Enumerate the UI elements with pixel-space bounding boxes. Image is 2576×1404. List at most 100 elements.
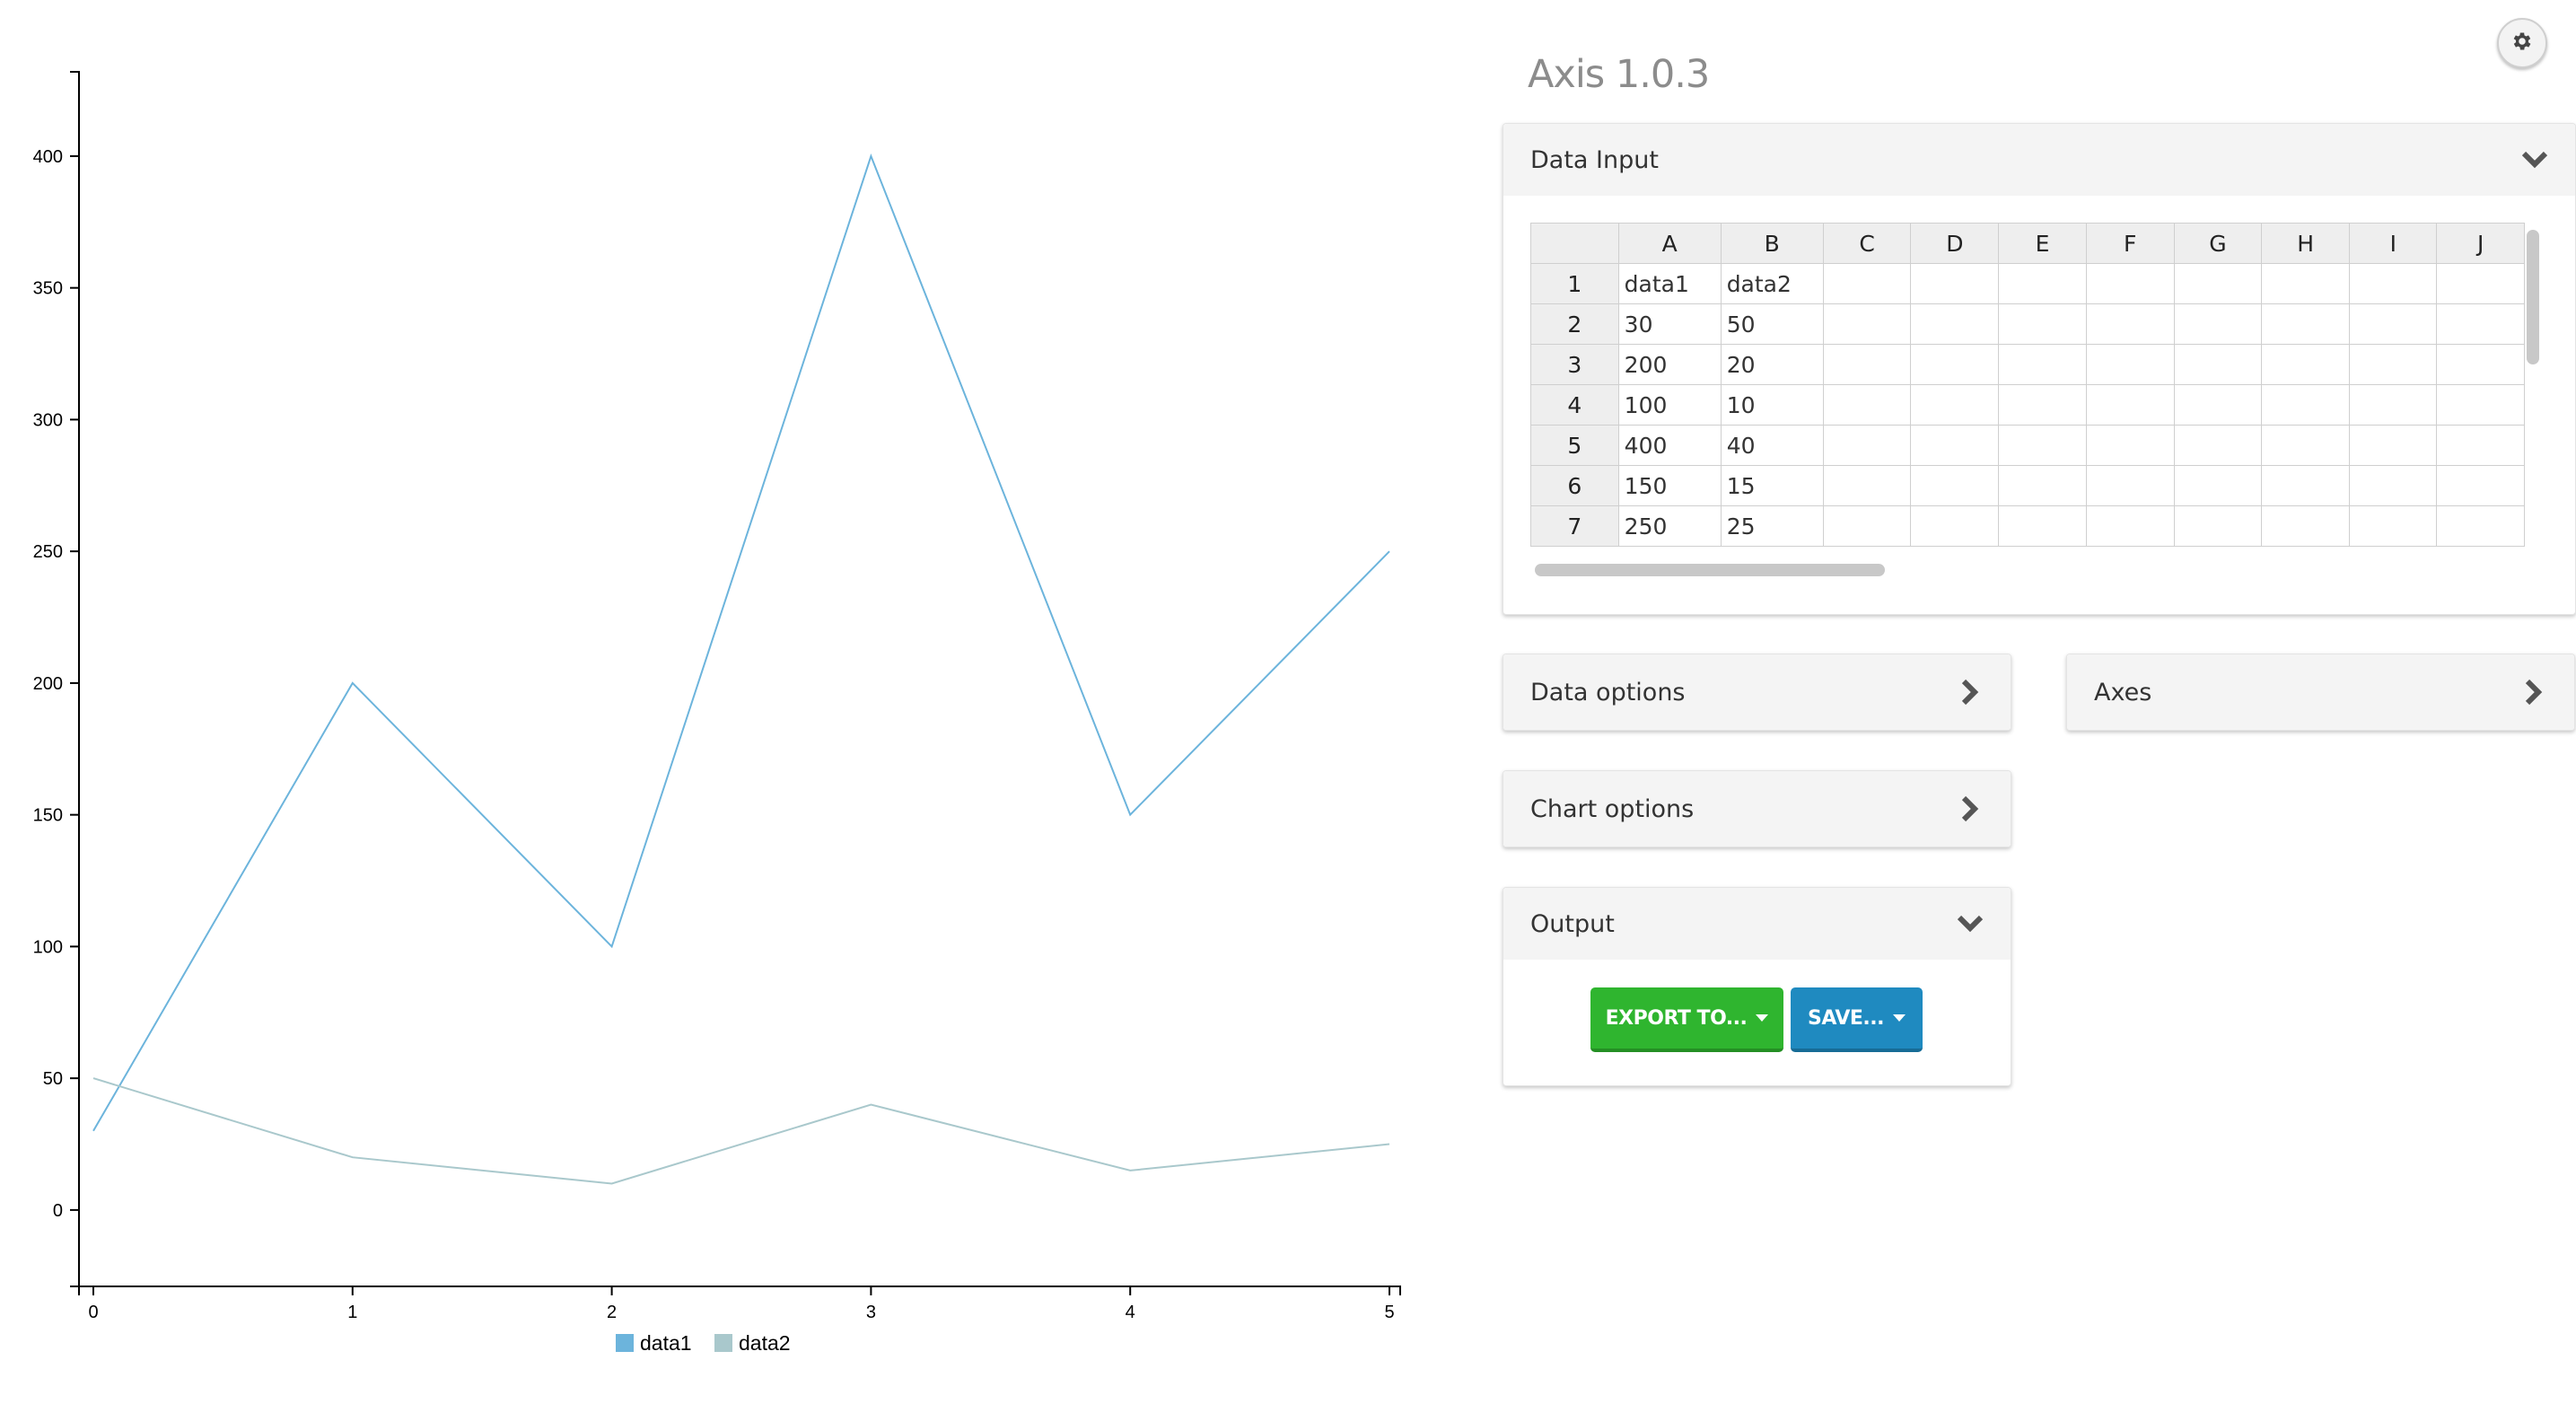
column-header[interactable]: A bbox=[1617, 223, 1722, 264]
sheet-cell[interactable] bbox=[2261, 505, 2351, 547]
column-header[interactable]: G bbox=[2173, 223, 2263, 264]
sheet-cell[interactable]: 10 bbox=[1720, 384, 1824, 426]
axes-panel[interactable]: Axes bbox=[2066, 654, 2575, 731]
sheet-cell[interactable] bbox=[1910, 303, 2000, 345]
sheet-cell[interactable] bbox=[2436, 465, 2525, 506]
sheet-cell[interactable] bbox=[1998, 344, 2087, 385]
sheet-cell[interactable] bbox=[2261, 344, 2351, 385]
sheet-cell[interactable] bbox=[1998, 303, 2087, 345]
sheet-cell[interactable]: data1 bbox=[1617, 263, 1722, 304]
data-options-header[interactable]: Data options bbox=[1503, 654, 2011, 730]
sheet-cell[interactable] bbox=[2173, 465, 2263, 506]
row-header[interactable]: 3 bbox=[1530, 344, 1619, 385]
settings-button[interactable] bbox=[2497, 18, 2547, 68]
sheet-cell[interactable] bbox=[2261, 425, 2351, 466]
sheet-cell[interactable]: 200 bbox=[1617, 344, 1722, 385]
sheet-cell[interactable] bbox=[2261, 384, 2351, 426]
sheet-cell[interactable]: 100 bbox=[1617, 384, 1722, 426]
sheet-cell[interactable] bbox=[1998, 505, 2087, 547]
column-header[interactable]: I bbox=[2349, 223, 2438, 264]
sheet-cell[interactable] bbox=[1822, 465, 1912, 506]
sheet-cell[interactable]: 25 bbox=[1720, 505, 1824, 547]
spreadsheet-table[interactable]: ABCDEFGHIJ 1 data1 data2 2 30 50 3 200 20 4 100 10 5… bbox=[1530, 223, 2525, 547]
sheet-cell[interactable] bbox=[2173, 303, 2263, 345]
sheet-cell[interactable] bbox=[2349, 505, 2438, 547]
sheet-cell[interactable] bbox=[2085, 505, 2175, 547]
column-header[interactable]: H bbox=[2261, 223, 2351, 264]
row-header[interactable]: 6 bbox=[1530, 465, 1619, 506]
sheet-cell[interactable] bbox=[2436, 263, 2525, 304]
sheet-cell[interactable] bbox=[2261, 465, 2351, 506]
column-header[interactable]: J bbox=[2436, 223, 2525, 264]
sheet-cell[interactable] bbox=[1822, 425, 1912, 466]
sheet-cell[interactable] bbox=[2349, 465, 2438, 506]
spreadsheet[interactable]: ABCDEFGHIJ 1 data1 data2 2 30 50 3 200 20 4 100 10 5… bbox=[1530, 223, 2525, 582]
sheet-cell[interactable] bbox=[2085, 425, 2175, 466]
sheet-cell[interactable] bbox=[2173, 263, 2263, 304]
chart-options-header[interactable]: Chart options bbox=[1503, 771, 2011, 847]
sheet-cell[interactable] bbox=[2173, 505, 2263, 547]
sheet-cell[interactable]: 40 bbox=[1720, 425, 1824, 466]
sheet-cell[interactable] bbox=[1910, 344, 2000, 385]
sheet-cell[interactable] bbox=[1822, 505, 1912, 547]
axes-header[interactable]: Axes bbox=[2067, 654, 2574, 730]
save-button[interactable]: SAVE... bbox=[1791, 987, 1923, 1052]
horizontal-scrollbar[interactable] bbox=[1535, 564, 1885, 576]
chart-options-panel[interactable]: Chart options bbox=[1503, 770, 2011, 847]
column-header[interactable]: D bbox=[1910, 223, 2000, 264]
sheet-cell[interactable] bbox=[1910, 505, 2000, 547]
sheet-cell[interactable] bbox=[1910, 425, 2000, 466]
sheet-cell[interactable] bbox=[1998, 384, 2087, 426]
sheet-cell[interactable] bbox=[2261, 263, 2351, 304]
sheet-cell[interactable]: 30 bbox=[1617, 303, 1722, 345]
column-header[interactable]: B bbox=[1720, 223, 1824, 264]
sheet-cell[interactable] bbox=[2085, 384, 2175, 426]
sheet-cell[interactable] bbox=[2436, 384, 2525, 426]
sheet-cell[interactable] bbox=[2436, 425, 2525, 466]
row-header[interactable]: 1 bbox=[1530, 263, 1619, 304]
sheet-cell[interactable] bbox=[2349, 425, 2438, 466]
sheet-cell[interactable] bbox=[1910, 465, 2000, 506]
sheet-cell[interactable] bbox=[1822, 344, 1912, 385]
sheet-cell[interactable] bbox=[1910, 263, 2000, 304]
column-header[interactable]: F bbox=[2085, 223, 2175, 264]
sheet-cell[interactable]: 150 bbox=[1617, 465, 1722, 506]
sheet-cell[interactable] bbox=[1822, 263, 1912, 304]
sheet-cell[interactable] bbox=[2436, 344, 2525, 385]
row-header[interactable]: 2 bbox=[1530, 303, 1619, 345]
sheet-cell[interactable] bbox=[1910, 384, 2000, 426]
sheet-cell[interactable] bbox=[2436, 303, 2525, 345]
sheet-cell[interactable]: 15 bbox=[1720, 465, 1824, 506]
row-header[interactable]: 5 bbox=[1530, 425, 1619, 466]
sheet-cell[interactable]: 20 bbox=[1720, 344, 1824, 385]
data-input-header[interactable]: Data Input bbox=[1503, 124, 2575, 196]
sheet-cell[interactable] bbox=[2349, 384, 2438, 426]
sheet-cell[interactable] bbox=[2173, 344, 2263, 385]
sheet-cell[interactable] bbox=[2261, 303, 2351, 345]
sheet-cell[interactable] bbox=[2085, 303, 2175, 345]
export-button[interactable]: EXPORT TO... bbox=[1590, 987, 1783, 1052]
data-options-panel[interactable]: Data options bbox=[1503, 654, 2011, 731]
column-header[interactable]: E bbox=[1998, 223, 2087, 264]
output-header[interactable]: Output bbox=[1503, 888, 2011, 960]
sheet-cell[interactable] bbox=[2349, 344, 2438, 385]
corner-cell[interactable] bbox=[1530, 223, 1619, 264]
row-header[interactable]: 7 bbox=[1530, 505, 1619, 547]
sheet-cell[interactable] bbox=[1998, 263, 2087, 304]
sheet-cell[interactable] bbox=[2085, 465, 2175, 506]
sheet-cell[interactable] bbox=[2349, 303, 2438, 345]
column-header[interactable]: C bbox=[1822, 223, 1912, 264]
sheet-cell[interactable]: 400 bbox=[1617, 425, 1722, 466]
sheet-cell[interactable] bbox=[2085, 344, 2175, 385]
sheet-cell[interactable]: 250 bbox=[1617, 505, 1722, 547]
sheet-cell[interactable]: data2 bbox=[1720, 263, 1824, 304]
vertical-scrollbar[interactable] bbox=[2527, 230, 2539, 364]
sheet-cell[interactable] bbox=[2436, 505, 2525, 547]
sheet-cell[interactable] bbox=[2085, 263, 2175, 304]
sheet-cell[interactable] bbox=[1998, 465, 2087, 506]
row-header[interactable]: 4 bbox=[1530, 384, 1619, 426]
sheet-cell[interactable] bbox=[2173, 384, 2263, 426]
sheet-cell[interactable] bbox=[1822, 303, 1912, 345]
sheet-cell[interactable] bbox=[2349, 263, 2438, 304]
sheet-cell[interactable] bbox=[1998, 425, 2087, 466]
